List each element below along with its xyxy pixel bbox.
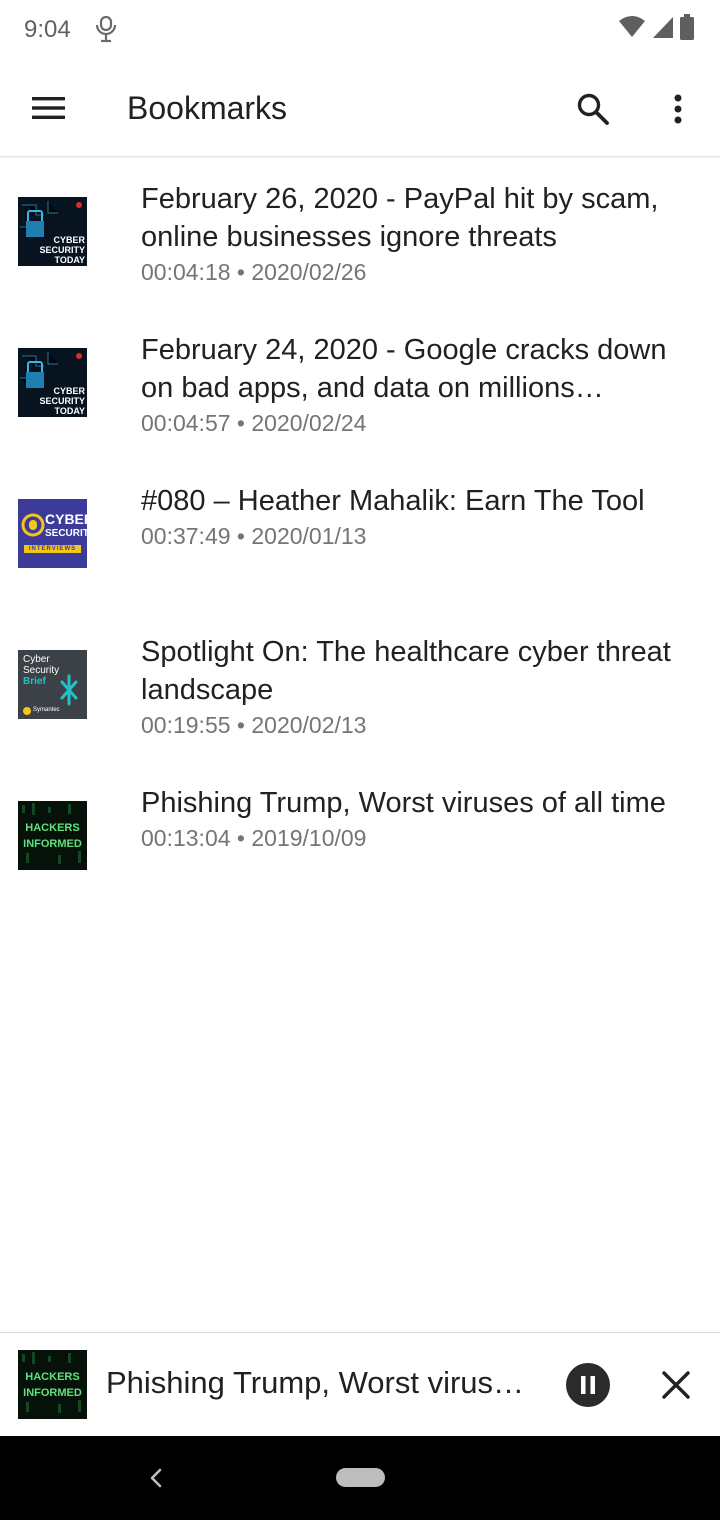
bookmark-list: CYBER SECURITY TODAY February 26, 2020 -… (0, 157, 720, 912)
artwork-text: TODAY (54, 255, 85, 265)
player-artwork: HACKERS INFORMED (18, 1350, 87, 1419)
search-icon[interactable] (570, 86, 616, 132)
episode-meta: 00:19:55 • 2020/02/13 (141, 712, 367, 738)
artwork-text: CYBER (45, 511, 87, 527)
episode-title: February 24, 2020 - Google cracks down o… (141, 334, 667, 404)
list-item[interactable]: CYBER SECURITY TODAY February 24, 2020 -… (0, 308, 720, 459)
artwork-text: CYBER (53, 386, 85, 396)
podcast-artwork: HACKERS INFORMED (18, 801, 87, 870)
podcast-artwork: CYBER SECURITY TODAY (18, 197, 87, 266)
menu-icon[interactable] (26, 88, 72, 128)
signal-icon (652, 15, 674, 44)
artwork-text: INFORMED (23, 838, 82, 850)
episode-meta: 00:37:49 • 2020/01/13 (141, 523, 367, 549)
status-time: 9:04 (24, 16, 71, 43)
list-item[interactable]: CYBER SECURITY INTERVIEWS #080 – Heather… (0, 459, 720, 610)
artwork-text: INFORMED (23, 1387, 82, 1399)
artwork-text: HACKERS (25, 1371, 80, 1383)
app-bar: Bookmarks (0, 60, 720, 157)
wifi-icon (618, 15, 646, 44)
system-nav-bar (0, 1436, 720, 1520)
notification-icon (92, 14, 120, 44)
more-vert-icon[interactable] (656, 86, 700, 132)
list-item[interactable]: HACKERS INFORMED Phishing Trump, Worst v… (0, 761, 720, 912)
artwork-text: Cyber (23, 654, 50, 665)
episode-title: February 26, 2020 - PayPal hit by scam, … (141, 183, 659, 253)
episode-meta: 00:04:18 • 2020/02/26 (141, 259, 367, 285)
episode-title: Phishing Trump, Worst viruses of all tim… (141, 787, 666, 819)
artwork-text: TODAY (54, 406, 85, 416)
artwork-text: SECURITY (39, 245, 85, 255)
podcast-artwork: CYBER SECURITY TODAY (18, 348, 87, 417)
artwork-text: CYBER (53, 235, 85, 245)
back-icon[interactable] (140, 1462, 172, 1494)
now-playing-title: Phishing Trump, Worst viruses of all tim… (106, 1365, 536, 1400)
pause-icon[interactable] (566, 1363, 610, 1407)
artwork-text: SECURITY (45, 528, 87, 539)
artwork-text: SECURITY (39, 396, 85, 406)
artwork-text: INTERVIEWS (28, 546, 77, 552)
episode-meta: 00:04:57 • 2020/02/24 (141, 410, 367, 436)
episode-title: #080 – Heather Mahalik: Earn The Tool (141, 485, 645, 517)
artwork-text: HACKERS (25, 822, 80, 834)
podcast-artwork: Cyber Security Brief Symantec (18, 650, 87, 719)
home-pill-icon[interactable] (336, 1468, 385, 1487)
mini-player[interactable]: HACKERS INFORMED Phishing Trump, Worst v… (0, 1332, 720, 1437)
artwork-text: Symantec (33, 707, 60, 713)
artwork-text: Brief (23, 676, 46, 687)
podcast-artwork: CYBER SECURITY INTERVIEWS (18, 499, 87, 568)
status-indicators (618, 13, 694, 45)
list-item[interactable]: CYBER SECURITY TODAY February 26, 2020 -… (0, 157, 720, 308)
battery-icon (680, 13, 694, 45)
page-title: Bookmarks (127, 90, 288, 126)
episode-title: Spotlight On: The healthcare cyber threa… (141, 636, 671, 706)
artwork-text: Security (23, 665, 60, 676)
close-icon[interactable] (654, 1363, 698, 1407)
status-bar: 9:04 (0, 0, 720, 60)
episode-meta: 00:13:04 • 2019/10/09 (141, 825, 367, 851)
list-item[interactable]: Cyber Security Brief Symantec Spotlight … (0, 610, 720, 761)
